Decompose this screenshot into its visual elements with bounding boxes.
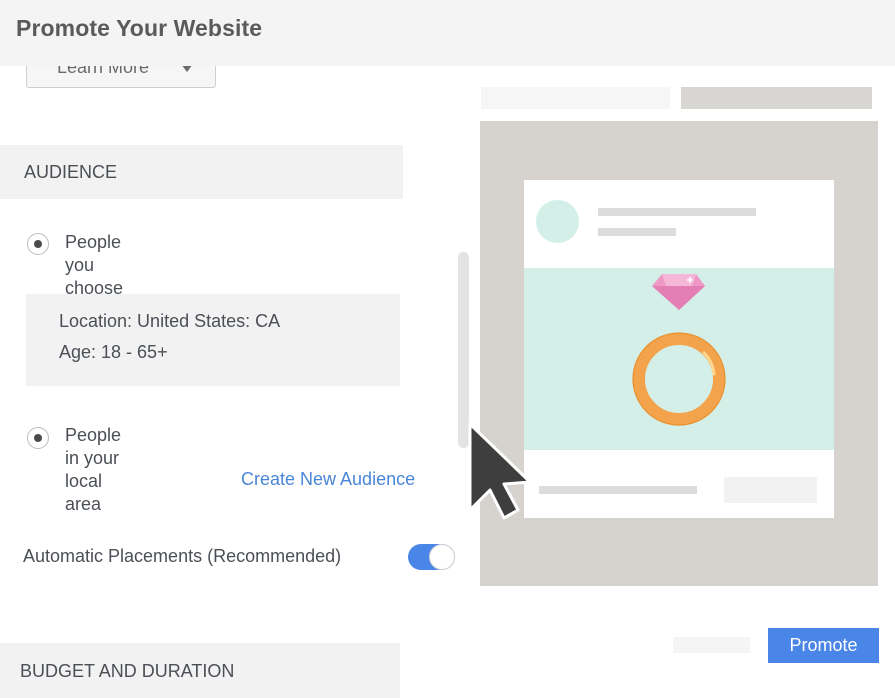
dialog-header: Promote Your Website [0, 0, 895, 66]
chevron-down-icon [181, 66, 193, 72]
budget-section-title: BUDGET AND DURATION [20, 661, 235, 681]
radio-option-local-area-label: People in your local area [65, 425, 122, 514]
ad-preview-post [524, 180, 834, 518]
automatic-placements-label: Automatic Placements (Recommended) [23, 546, 342, 566]
dialog-title: Promote Your Website [16, 15, 263, 41]
audience-section-title: AUDIENCE [24, 162, 118, 182]
preview-placeholder-bar [681, 87, 872, 109]
promote-button[interactable]: Promote [768, 628, 879, 663]
mouse-pointer-icon [468, 422, 532, 520]
placeholder-line [539, 486, 697, 494]
radio-selected-icon[interactable] [27, 427, 49, 449]
placeholder-line [598, 208, 756, 216]
post-image [524, 268, 834, 450]
footer-placeholder [673, 637, 750, 653]
scrollbar[interactable] [458, 252, 469, 448]
call-to-action-value: Learn More [57, 66, 150, 77]
create-new-audience-link[interactable]: Create New Audience [241, 469, 415, 490]
ring-illustration [632, 274, 726, 426]
audience-section-header: AUDIENCE [0, 145, 403, 199]
placeholder-button [724, 477, 817, 503]
automatic-placements-toggle[interactable] [408, 544, 455, 570]
toggle-knob [429, 544, 455, 570]
budget-section-header: BUDGET AND DURATION [0, 643, 400, 698]
targeting-location: Location: United States: CA [59, 311, 281, 331]
preview-placeholder-bar [481, 87, 670, 109]
call-to-action-dropdown[interactable]: Learn More [26, 66, 216, 88]
radio-dot [34, 240, 42, 248]
placeholder-line [598, 228, 676, 236]
radio-selected-icon[interactable] [27, 233, 49, 255]
targeting-age: Age: 18 - 65+ [59, 342, 168, 362]
avatar [536, 200, 579, 243]
radio-dot [34, 434, 42, 442]
targeting-summary: Location: United States: CA Age: 18 - 65… [26, 294, 400, 386]
